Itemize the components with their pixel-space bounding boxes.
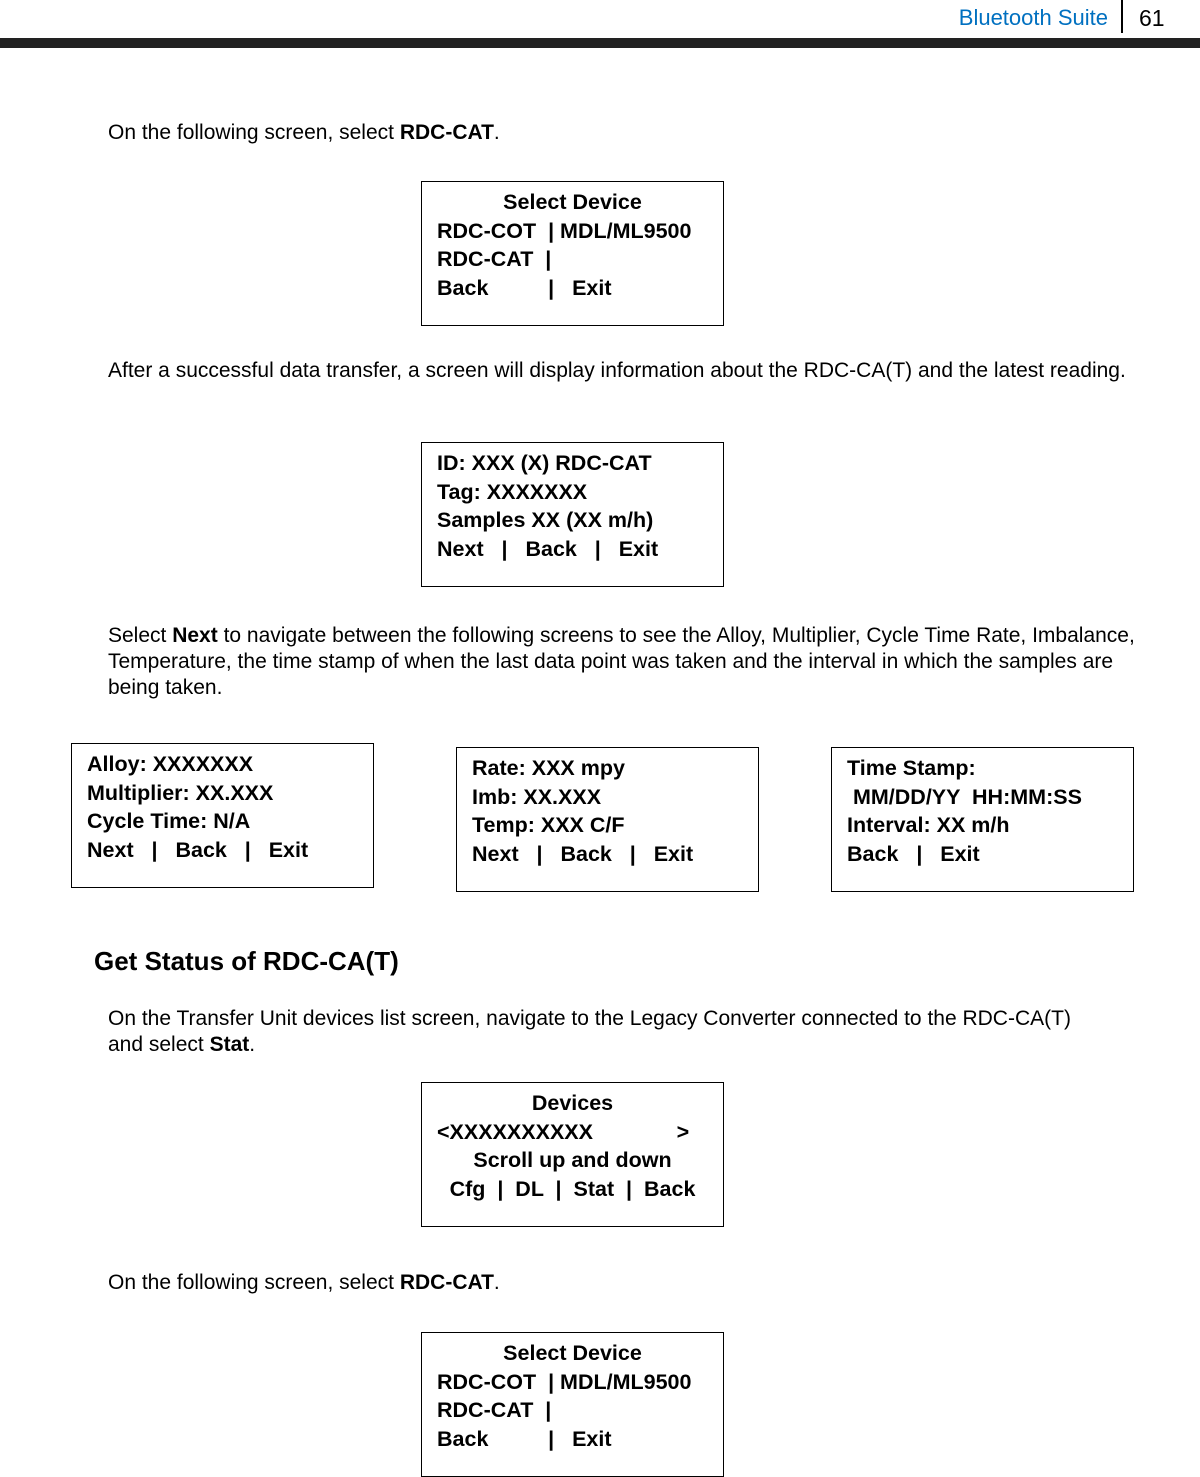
text: .: [493, 1271, 500, 1294]
text: .: [493, 121, 500, 144]
devices-screen: Devices <XXXXXXXXXX > Scroll up and down…: [421, 1082, 724, 1227]
screen-line: ID: XXX (X) RDC-CAT: [437, 451, 652, 475]
time-stamp-screen: Time Stamp: MM/DD/YY HH:MM:SS Interval: …: [831, 747, 1134, 892]
text: .: [249, 1033, 256, 1056]
paragraph-stat: On the Transfer Unit devices list screen…: [108, 1006, 1108, 1058]
screen-title: Select Device: [503, 1341, 642, 1365]
screen-line: Multiplier: XX.XXX: [87, 780, 274, 805]
paragraph-select-rdc-cat-2: On the following screen, select RDC-CAT.: [108, 1270, 1168, 1296]
screen-line: Tag: XXXXXXX: [437, 479, 588, 504]
header-rule: [0, 38, 1200, 48]
screen-line: RDC-CAT |: [437, 247, 552, 271]
screen-line: Next | Back | Exit: [437, 536, 659, 561]
select-device-screen: Select Device RDC-COT | MDL/ML9500 RDC-C…: [421, 181, 724, 326]
device-info-screen: ID: XXX (X) RDC-CAT Tag: XXXXXXX Samples…: [421, 442, 724, 587]
screen-line: Cycle Time: N/A: [87, 809, 251, 833]
screen-line: RDC-COT | MDL/ML9500: [437, 218, 692, 243]
screen-line: Rate: XXX mpy: [472, 756, 625, 780]
screen-title: Select Device: [503, 190, 642, 214]
section-heading: Get Status of RDC-CA(T): [94, 946, 399, 976]
rate-screen: Rate: XXX mpy Imb: XX.XXX Temp: XXX C/F …: [456, 747, 759, 892]
bold-text: RDC-CAT: [399, 121, 494, 144]
text: Select: [108, 624, 173, 647]
screen-line: Alloy: XXXXXXX: [87, 752, 254, 776]
screen-line: Back | Exit: [437, 1426, 612, 1451]
screen-line: Back | Exit: [847, 841, 980, 866]
bold-text: Stat: [209, 1033, 250, 1056]
text: to navigate between the following screen…: [108, 624, 1135, 699]
bold-text: RDC-CAT: [399, 1271, 494, 1294]
screen-line: Next | Back | Exit: [472, 841, 694, 866]
screen-line: Interval: XX m/h: [847, 813, 1010, 837]
screen-line: RDC-CAT |: [437, 1398, 552, 1422]
screen-line: MM/DD/YY HH:MM:SS: [847, 784, 1082, 809]
screen-line: Back | Exit: [437, 275, 612, 300]
header-divider: [1121, 0, 1123, 33]
screen-line: Next | Back | Exit: [87, 837, 309, 862]
text: On the following screen, select: [108, 1271, 400, 1294]
paragraph-transfer: After a successful data transfer, a scre…: [108, 359, 1126, 382]
text: On the following screen, select: [108, 121, 400, 144]
screen-title: Devices: [531, 1091, 614, 1115]
bold-text: Next: [172, 624, 218, 647]
screen-line: <XXXXXXXXXX >: [437, 1119, 690, 1144]
paragraph-next: Select Next to navigate between the foll…: [108, 623, 1168, 701]
select-device-screen-2: Select Device RDC-COT | MDL/ML9500 RDC-C…: [421, 1332, 724, 1477]
header-section-title: Bluetooth Suite: [958, 5, 1108, 30]
paragraph-select-rdc-cat: On the following screen, select RDC-CAT.: [108, 120, 1168, 146]
screen-line: Imb: XX.XXX: [472, 784, 602, 809]
screen-line: Samples XX (XX m/h): [437, 508, 654, 532]
screen-line: Cfg | DL | Stat | Back: [449, 1176, 696, 1201]
alloy-screen: Alloy: XXXXXXX Multiplier: XX.XXX Cycle …: [71, 743, 374, 888]
screen-line: RDC-COT | MDL/ML9500: [437, 1369, 692, 1394]
screen-line: Time Stamp:: [847, 756, 976, 780]
screen-line: Temp: XXX C/F: [472, 813, 625, 837]
screen-line: Scroll up and down: [473, 1148, 672, 1172]
page-number: 61: [1139, 5, 1165, 31]
